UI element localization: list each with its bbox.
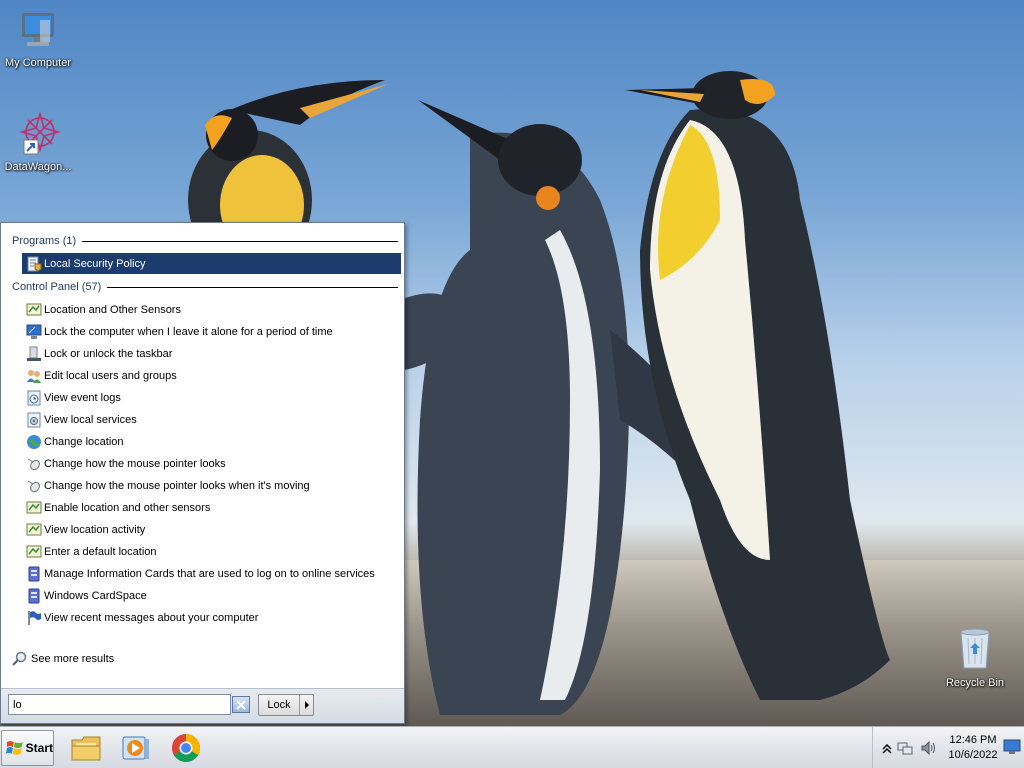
result-label: View recent messages about your computer	[44, 611, 259, 624]
result-view-location-activity[interactable]: View location activity	[22, 519, 401, 540]
taskbar-media-player[interactable]	[119, 731, 153, 765]
see-more-results-link[interactable]: See more results	[12, 650, 114, 668]
start-search-input[interactable]	[8, 694, 231, 715]
desktop-icon-label: My Computer	[4, 57, 72, 69]
lock-options-arrow[interactable]	[299, 695, 313, 715]
result-label: Lock or unlock the taskbar	[44, 347, 173, 360]
cardspace-icon	[28, 588, 40, 603]
clock-date: 10/6/2022	[948, 749, 998, 761]
monitor-icon	[26, 324, 42, 339]
taskbar-chrome[interactable]	[169, 731, 203, 765]
cardspace-icon	[28, 566, 40, 581]
result-mouse-pointer-moving[interactable]: Change how the mouse pointer looks when …	[22, 475, 401, 496]
control-panel-group-header[interactable]: Control Panel (57)	[12, 280, 398, 294]
start-menu-bottom-bar: Lock	[1, 688, 404, 723]
result-label: Local Security Policy	[44, 257, 146, 270]
chevron-right-icon	[304, 701, 309, 709]
result-local-security-policy[interactable]: Local Security Policy	[22, 253, 401, 274]
result-label: Manage Information Cards that are used t…	[44, 567, 375, 580]
programs-group-header[interactable]: Programs (1)	[12, 234, 398, 248]
start-menu: Programs (1) Local Security Policy Contr…	[0, 222, 405, 724]
flag-icon	[28, 610, 41, 625]
result-label: View local services	[44, 413, 137, 426]
start-button[interactable]: Start	[1, 730, 54, 766]
result-lock-unlock-taskbar[interactable]: Lock or unlock the taskbar	[22, 343, 401, 364]
clear-search-button[interactable]	[232, 696, 250, 713]
result-label: Change how the mouse pointer looks	[44, 457, 226, 470]
result-label: Change how the mouse pointer looks when …	[44, 479, 310, 492]
lock-button[interactable]: Lock	[258, 694, 314, 716]
desktop-icon-label: Recycle Bin	[945, 677, 1005, 689]
globe-icon	[27, 434, 41, 449]
event-log-icon	[27, 390, 41, 405]
result-label: Lock the computer when I leave it alone …	[44, 325, 333, 338]
recycle-bin-icon	[960, 628, 990, 669]
chrome-icon	[172, 734, 200, 762]
search-results: Programs (1) Local Security Policy Contr…	[1, 223, 404, 688]
taskbar: Start 12:46 PM 10/6/2022	[0, 726, 1024, 768]
result-lock-computer-idle[interactable]: Lock the computer when I leave it alone …	[22, 321, 401, 342]
result-view-recent-messages[interactable]: View recent messages about your computer	[22, 607, 401, 628]
sensor-icon	[26, 303, 42, 315]
result-label: Edit local users and groups	[44, 369, 177, 382]
result-view-local-services[interactable]: View local services	[22, 409, 401, 430]
windows-logo-icon	[6, 741, 23, 755]
sensor-icon	[26, 545, 42, 557]
result-windows-cardspace[interactable]: Windows CardSpace	[22, 585, 401, 606]
result-enable-location-sensors[interactable]: Enable location and other sensors	[22, 497, 401, 518]
users-icon	[27, 369, 41, 383]
show-desktop-icon[interactable]	[1003, 739, 1021, 755]
result-label: Change location	[44, 435, 124, 448]
result-view-event-logs[interactable]: View event logs	[22, 387, 401, 408]
system-tray: 12:46 PM 10/6/2022	[872, 727, 1024, 768]
result-label: Enable location and other sensors	[44, 501, 211, 514]
result-label: Windows CardSpace	[44, 589, 147, 602]
result-mouse-pointer-looks[interactable]: Change how the mouse pointer looks	[22, 453, 401, 474]
mouse-icon	[27, 458, 40, 470]
lock-button-label: Lock	[267, 699, 291, 711]
result-label: Location and Other Sensors	[44, 303, 181, 316]
volume-icon[interactable]	[920, 740, 936, 756]
media-player-icon	[122, 736, 149, 760]
sensor-icon	[26, 501, 42, 513]
desktop-icon-datawagon[interactable]: DataWagon...	[0, 110, 76, 173]
result-manage-information-cards[interactable]: Manage Information Cards that are used t…	[22, 563, 401, 584]
magnifier-icon	[12, 651, 27, 666]
security-policy-icon	[27, 256, 42, 271]
result-label: View location activity	[44, 523, 146, 536]
show-hidden-icons-icon[interactable]	[879, 740, 895, 756]
sensor-icon	[26, 523, 42, 535]
desktop-icon-recycle-bin[interactable]: Recycle Bin	[937, 624, 1013, 689]
see-more-label: See more results	[31, 653, 115, 665]
result-label: View event logs	[44, 391, 121, 404]
taskbar-clock[interactable]: 12:46 PM 10/6/2022	[941, 733, 1005, 763]
desktop-icon-my-computer[interactable]: My Computer	[0, 10, 76, 69]
result-enter-default-location[interactable]: Enter a default location	[22, 541, 401, 562]
result-change-location[interactable]: Change location	[22, 431, 401, 452]
result-location-and-other-sensors[interactable]: Location and Other Sensors	[22, 299, 401, 320]
datawagon-icon	[19, 111, 61, 155]
file-explorer-icon	[71, 736, 101, 761]
desktop-icon-label: DataWagon...	[4, 161, 72, 173]
services-icon	[27, 412, 41, 427]
start-label: Start	[25, 741, 53, 755]
result-label: Enter a default location	[44, 545, 157, 558]
close-icon	[236, 699, 246, 710]
taskbar-file-explorer[interactable]	[69, 731, 103, 765]
taskbar-icon	[27, 346, 41, 361]
result-edit-local-users[interactable]: Edit local users and groups	[22, 365, 401, 386]
computer-icon	[22, 13, 54, 46]
clock-time: 12:46 PM	[949, 734, 997, 746]
network-icon[interactable]	[897, 740, 913, 756]
mouse-icon	[27, 480, 40, 492]
